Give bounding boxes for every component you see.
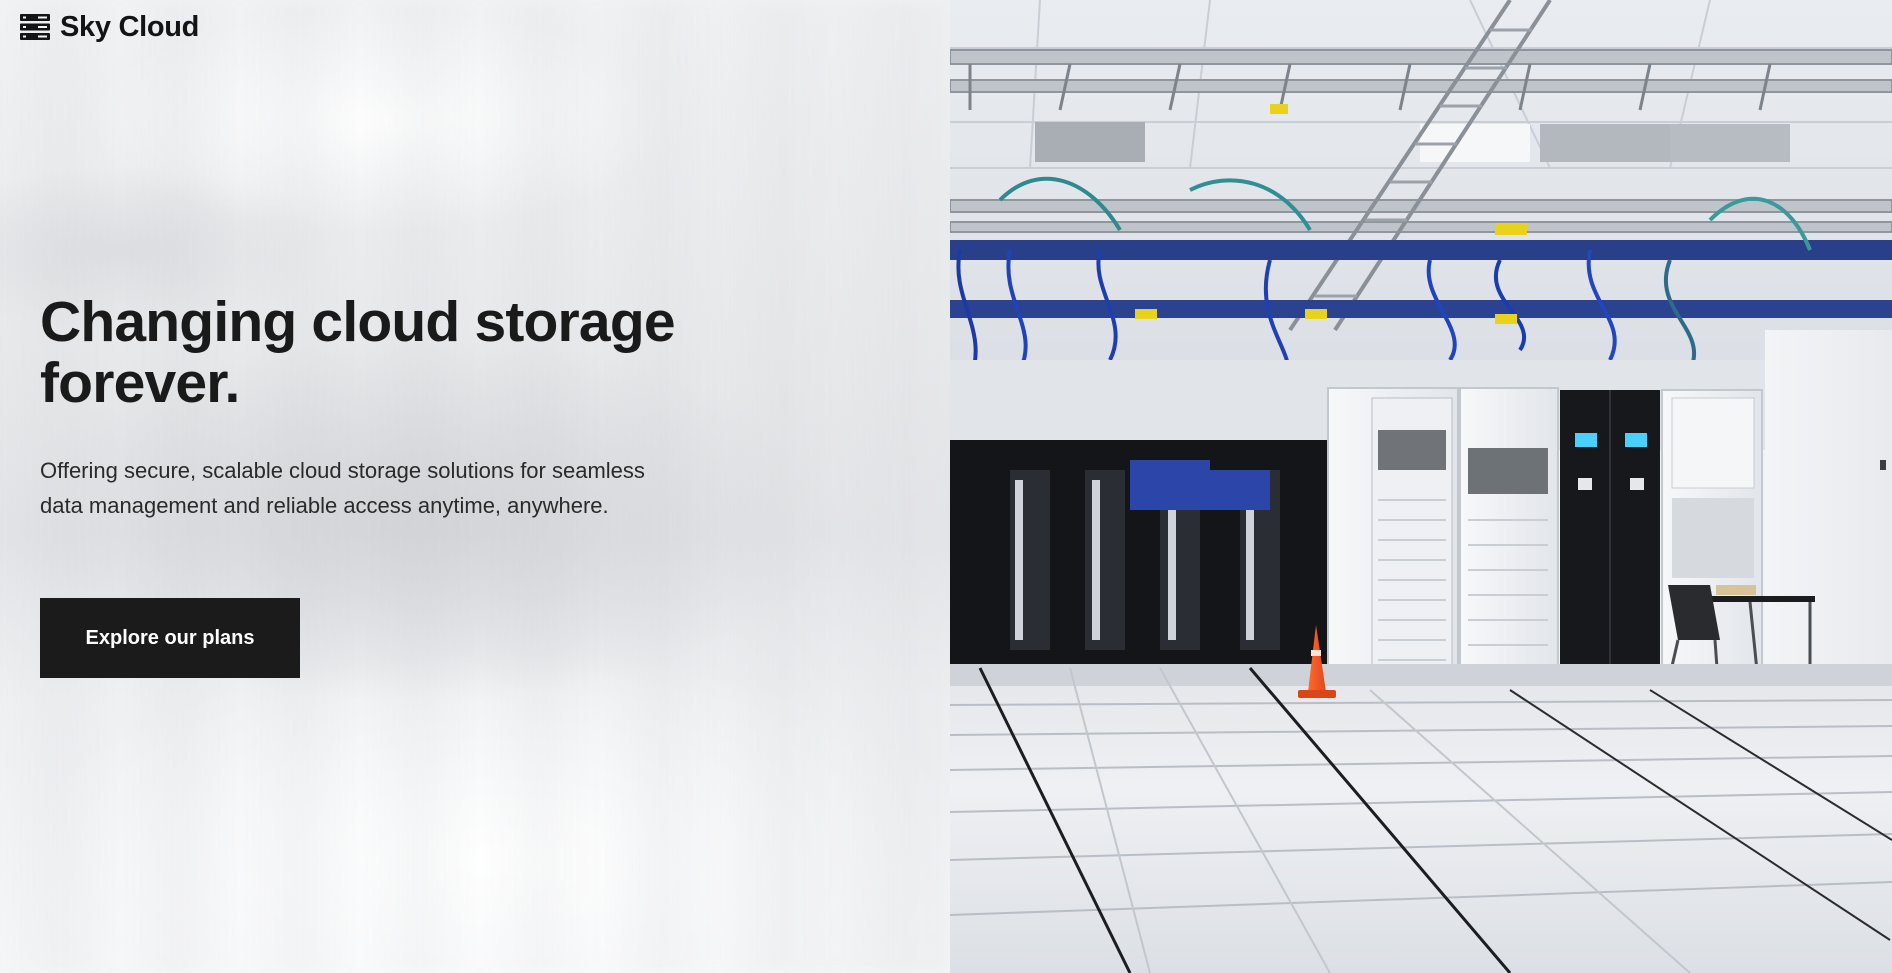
explore-plans-button[interactable]: Explore our plans xyxy=(40,598,300,678)
server-rack-icon xyxy=(20,14,50,40)
hero-panel: Sky Cloud Changing cloud storage forever… xyxy=(0,0,950,973)
data-center-photo xyxy=(950,0,1892,973)
brand-logo-link[interactable]: Sky Cloud xyxy=(20,10,199,44)
hero-subtitle: Offering secure, scalable cloud storage … xyxy=(40,458,645,518)
landing-page: Sky Cloud Changing cloud storage forever… xyxy=(0,0,1892,973)
brand-name: Sky Cloud xyxy=(60,10,200,43)
data-center-illustration xyxy=(950,0,1892,973)
hero-title: Changing cloud storage forever. xyxy=(40,290,676,415)
